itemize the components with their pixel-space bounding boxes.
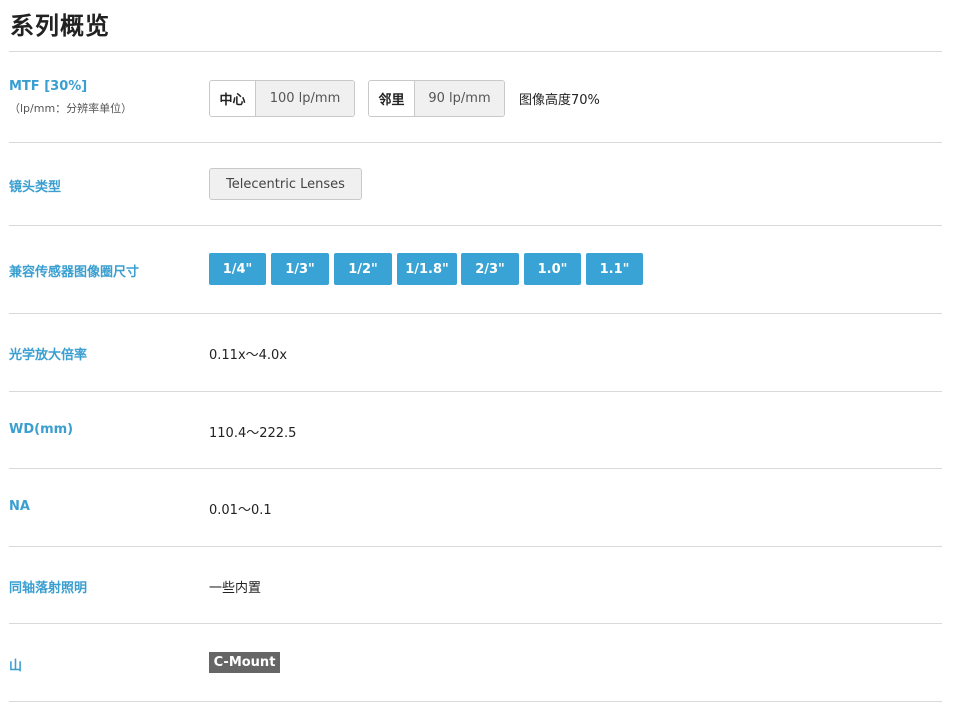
- mount-badge: C-Mount: [209, 652, 280, 673]
- magnification-label: 光学放大倍率: [9, 348, 88, 363]
- page-title: 系列概览: [10, 12, 110, 40]
- coaxial-value: 一些内置: [209, 581, 262, 596]
- sensor-size-label: 兼容传感器图像圈尺寸: [9, 265, 140, 280]
- mtf-near-value: 90 lp/mm: [415, 81, 504, 116]
- divider: [9, 142, 942, 143]
- sensor-size-chip[interactable]: 1.1": [586, 253, 643, 285]
- mtf-label: MTF [30%]: [9, 79, 88, 94]
- mount-label: 山: [9, 659, 23, 674]
- lens-type-label: 镜头类型: [9, 180, 62, 195]
- sensor-size-chip[interactable]: 1/4": [209, 253, 266, 285]
- mtf-note: 图像高度70%: [519, 93, 600, 108]
- sensor-size-chip[interactable]: 1/1.8": [397, 253, 457, 285]
- sensor-size-chip[interactable]: 2/3": [461, 253, 519, 285]
- mtf-near-box: 邻里 90 lp/mm: [368, 80, 505, 117]
- mtf-center-value: 100 lp/mm: [256, 81, 354, 116]
- sensor-size-chip[interactable]: 1/2": [334, 253, 392, 285]
- divider: [9, 546, 942, 547]
- mtf-center-box: 中心 100 lp/mm: [209, 80, 355, 117]
- sensor-size-chip[interactable]: 1/3": [271, 253, 329, 285]
- wd-value: 110.4～222.5: [209, 426, 297, 441]
- wd-label: WD(mm): [9, 422, 74, 437]
- divider: [9, 391, 942, 392]
- na-label: NA: [9, 499, 30, 514]
- divider: [9, 225, 942, 226]
- coaxial-label: 同轴落射照明: [9, 581, 88, 596]
- sensor-size-chip[interactable]: 1.0": [524, 253, 581, 285]
- divider: [9, 468, 942, 469]
- divider: [9, 701, 942, 702]
- divider: [9, 313, 942, 314]
- mtf-sublabel: （lp/mm：分辨率单位）: [9, 102, 133, 115]
- lens-type-tag: Telecentric Lenses: [209, 168, 362, 200]
- mtf-near-key: 邻里: [369, 81, 415, 116]
- mtf-center-key: 中心: [210, 81, 256, 116]
- magnification-value: 0.11x～4.0x: [209, 348, 288, 363]
- divider: [9, 51, 942, 52]
- na-value: 0.01～0.1: [209, 503, 272, 518]
- divider: [9, 623, 942, 624]
